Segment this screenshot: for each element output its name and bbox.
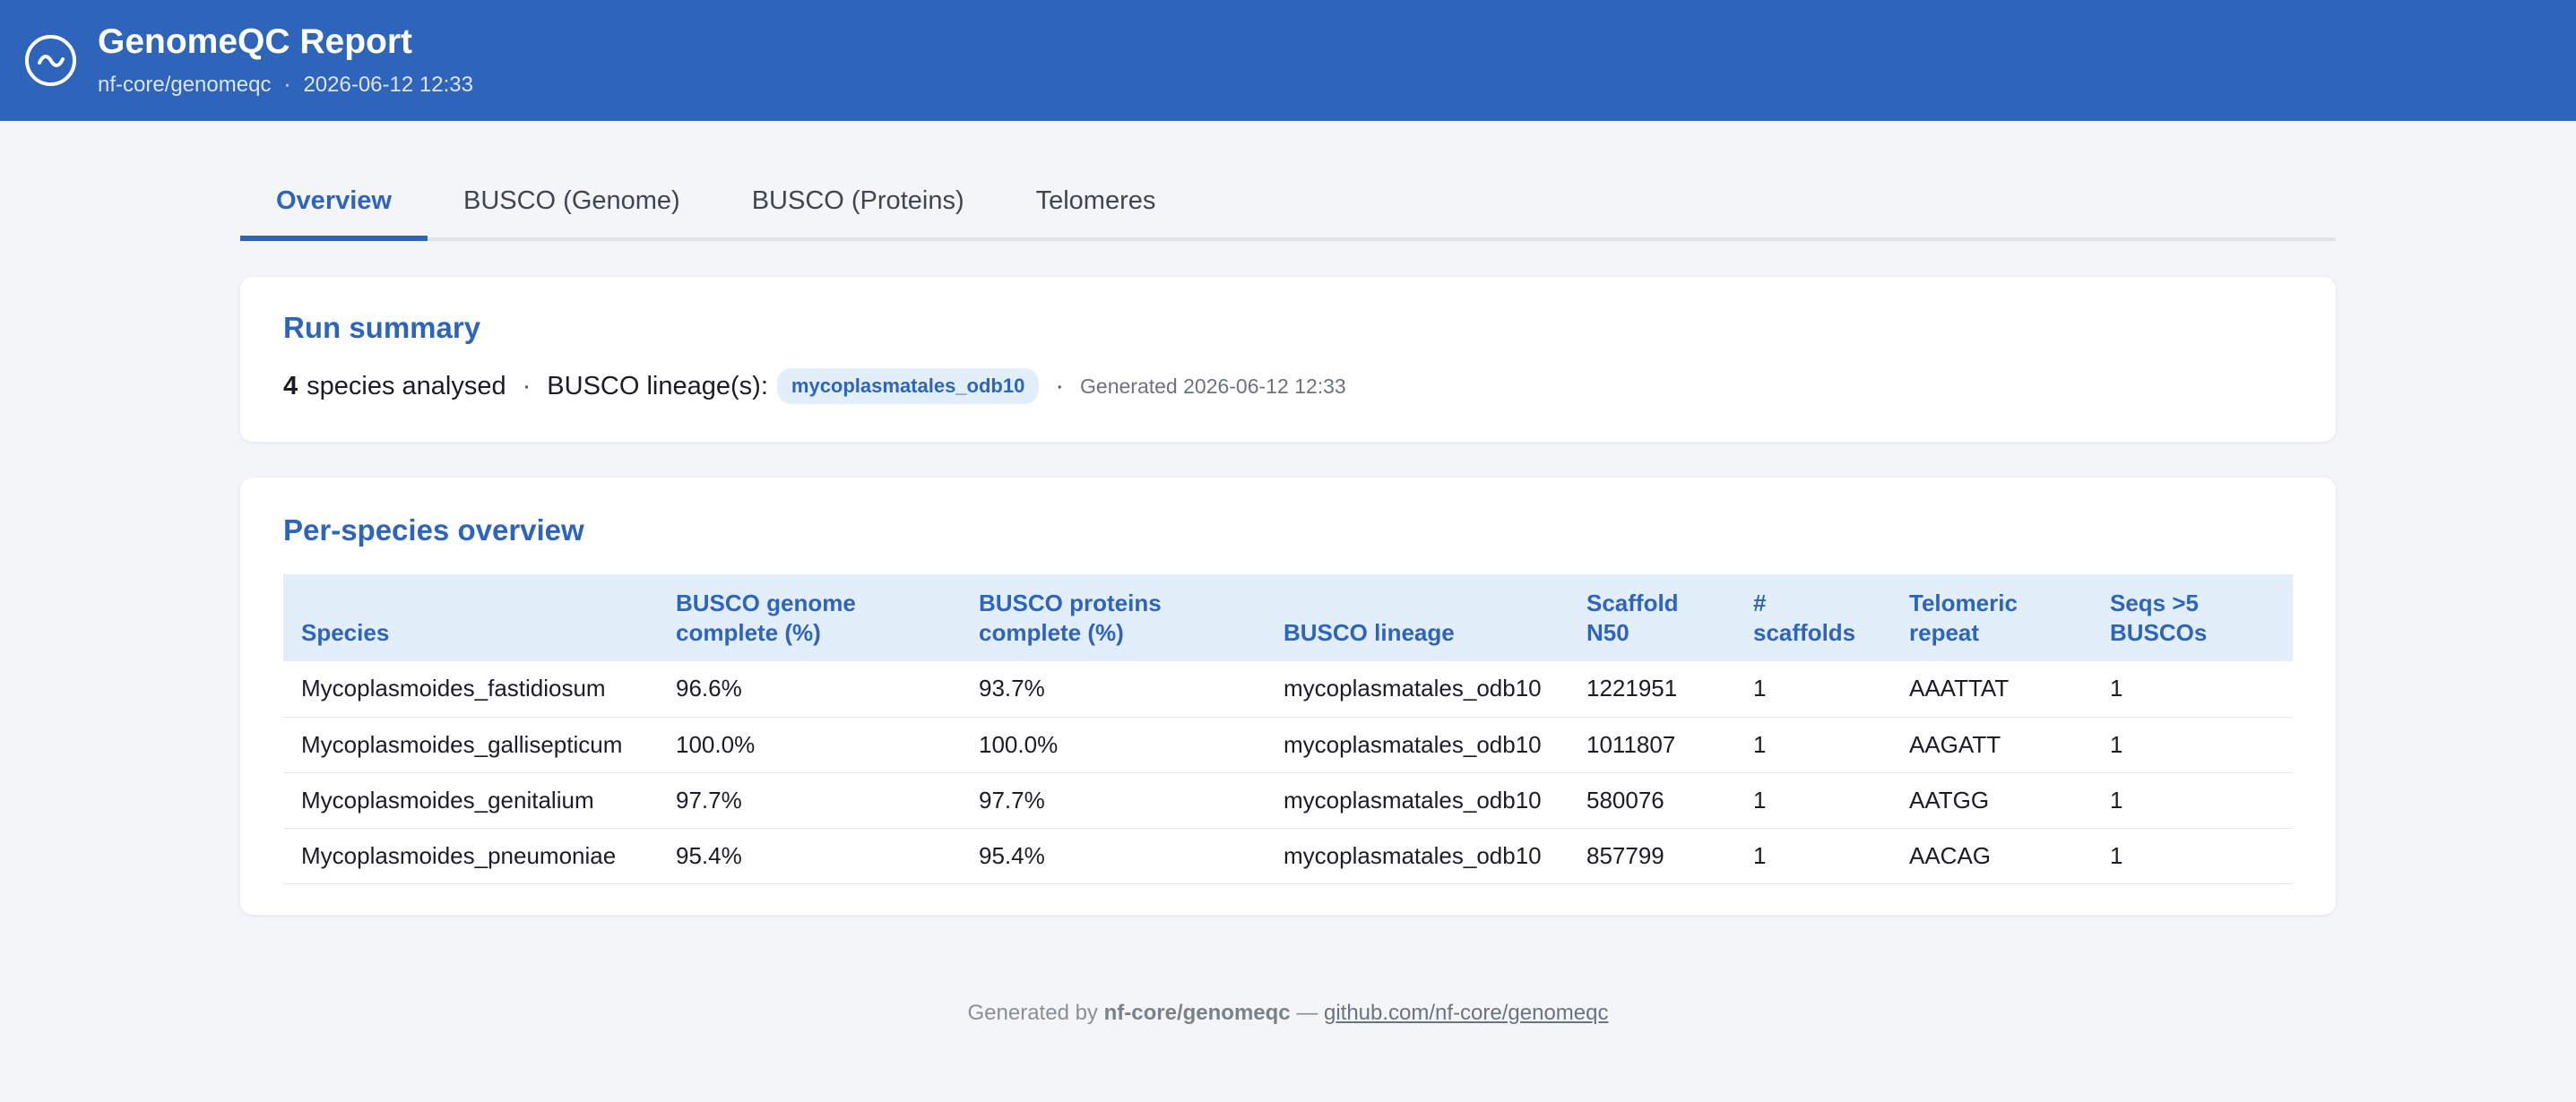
table-cell: 100.0% [658,717,961,773]
footer-prefix: Generated by [967,1001,1098,1025]
table-row: Mycoplasmoides_gallisepticum 100.0% 100.… [283,717,2293,773]
per-species-heading: Per-species overview [283,513,584,547]
table-row: Mycoplasmoides_pneumoniae 95.4% 95.4% my… [283,828,2293,884]
column-header: Seqs >5 BUSCOs [2110,590,2208,646]
run-summary-line: 4 species analysed · BUSCO lineage(s): m… [283,368,2293,404]
table-header-row: Species BUSCO genome complete (%) BUSCO … [283,574,2293,661]
run-summary-card: Run summary 4 species analysed · BUSCO l… [240,277,2336,442]
report-subtitle: nf-core/genomeqc · 2026-06-12 12:33 [98,73,473,98]
per-species-table: Species BUSCO genome complete (%) BUSCO … [283,574,2293,884]
table-cell: 100.0% [961,717,1266,773]
table-cell: 1 [1735,717,1891,773]
app-header: GenomeQC Report nf-core/genomeqc · 2026-06… [0,0,2576,121]
footer-pipeline-name: nf-core/genomeqc [1103,1001,1291,1025]
table-cell: mycoplasmatales_odb10 [1266,828,1569,884]
pipeline-name: nf-core/genomeqc [98,72,272,97]
report-title: GenomeQC Report [98,22,413,62]
footer-dash: — [1296,1001,1318,1025]
tab-busco-proteins[interactable]: BUSCO (Proteins) [716,186,1000,241]
table-cell: 97.7% [658,772,961,829]
lineage-badge: mycoplasmatales_odb10 [776,368,1040,404]
column-header: Species [301,618,390,646]
table-cell: 1221951 [1569,661,1735,718]
main-content: Overview BUSCO (Genome) BUSCO (Proteins)… [240,121,2336,1026]
column-header: BUSCO lineage [1284,618,1455,646]
species-count: 4 [283,371,298,400]
tab-bar: Overview BUSCO (Genome) BUSCO (Proteins)… [240,169,2336,241]
column-header: Scaffold N50 [1586,590,1679,646]
table-cell: 97.7% [961,772,1266,829]
table-cell: 1 [2092,772,2293,829]
table-cell: 1 [1735,661,1891,718]
table-cell: 857799 [1569,828,1735,884]
table-cell: 95.4% [961,828,1266,884]
table-cell: mycoplasmatales_odb10 [1266,717,1569,773]
table-cell: AAGATT [1891,717,2092,773]
column-header: BUSCO proteins complete (%) [979,590,1162,646]
run-summary-heading: Run summary [283,311,481,344]
subtitle-separator: · [283,72,291,97]
column-header: Telomeric repeat [1909,590,2018,646]
table-cell: Mycoplasmoides_pneumoniae [283,828,658,884]
table-cell: 96.6% [658,661,961,718]
table-cell: Mycoplasmoides_fastidiosum [283,661,658,718]
generated-timestamp: Generated 2026-06-12 12:33 [1080,374,1346,398]
table-cell: 1 [1735,772,1891,829]
table-cell: 1 [1735,828,1891,884]
table-cell: mycoplasmatales_odb10 [1266,661,1569,718]
table-cell: 580076 [1569,772,1735,829]
table-cell: Mycoplasmoides_gallisepticum [283,717,658,773]
report-datetime: 2026-06-12 12:33 [303,72,473,97]
wave-circle-icon [25,35,76,86]
table-cell: 1 [2092,828,2293,884]
table-cell: Mycoplasmoides_genitalium [283,772,658,829]
tab-busco-genome[interactable]: BUSCO (Genome) [428,186,716,241]
column-header: BUSCO genome complete (%) [676,590,856,646]
table-cell: AAATTAT [1891,661,2092,718]
table-cell: 1011807 [1569,717,1735,773]
table-cell: 93.7% [961,661,1266,718]
lineage-label: BUSCO lineage(s): [547,371,768,400]
tab-overview[interactable]: Overview [240,186,428,241]
species-count-label: species analysed [307,371,506,400]
page-footer: Generated by nf-core/genomeqc — github.c… [240,1001,2336,1026]
summary-separator: · [1055,371,1065,400]
table-row: Mycoplasmoides_fastidiosum 96.6% 93.7% m… [283,661,2293,718]
column-header: # scaffolds [1753,590,1856,646]
table-cell: 1 [2092,661,2293,718]
table-cell: AATGG [1891,772,2092,829]
table-cell: 1 [2092,717,2293,773]
table-cell: mycoplasmatales_odb10 [1266,772,1569,829]
table-cell: 95.4% [658,828,961,884]
table-row: Mycoplasmoides_genitalium 97.7% 97.7% my… [283,772,2293,829]
tab-telomeres[interactable]: Telomeres [1000,186,1192,241]
github-link[interactable]: github.com/nf-core/genomeqc [1324,1001,1609,1025]
table-cell: AACAG [1891,828,2092,884]
summary-separator: · [522,371,532,400]
per-species-card: Per-species overview Species BUSCO genom… [240,478,2336,915]
